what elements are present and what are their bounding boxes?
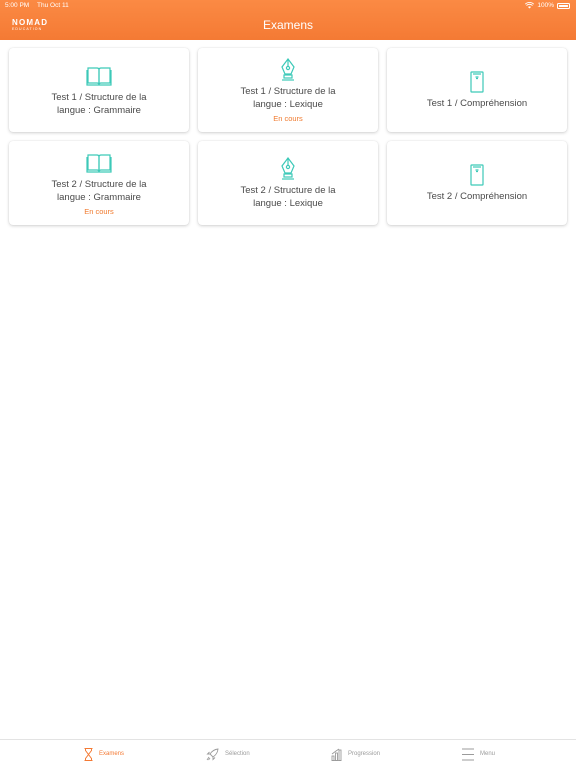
exam-card-test1-lexique[interactable]: Test 1 / Structure de la langue : Lexiqu… <box>198 48 378 132</box>
tab-menu[interactable]: Menu <box>462 740 495 768</box>
tab-bar: Examens Sélection Progression Menu <box>0 739 576 768</box>
status-date: Thu Oct 11 <box>37 2 69 9</box>
exam-card-test2-comprehension[interactable]: Test 2 / Compréhension <box>387 141 567 225</box>
tab-label: Examens <box>99 751 125 757</box>
tab-progression[interactable]: Progression <box>331 740 380 768</box>
tab-label: Progression <box>348 751 381 757</box>
status-badge: En cours <box>273 113 303 123</box>
battery-icon <box>557 2 570 9</box>
status-badge: En cours <box>84 206 114 216</box>
status-bar: 5:00 PM Thu Oct 11 100% <box>0 0 576 12</box>
tab-label: Menu <box>480 751 496 757</box>
battery-percent: 100% <box>537 2 554 9</box>
menu-icon <box>462 748 474 761</box>
book-icon <box>86 64 112 88</box>
pen-nib-icon <box>279 57 297 82</box>
document-icon <box>469 163 485 187</box>
document-icon <box>469 70 485 94</box>
pen-nib-icon <box>279 156 297 181</box>
card-title: Test 1 / Structure de la langue : Lexiqu… <box>240 85 336 110</box>
card-title: Test 1 / Structure de la langue : Gramma… <box>51 91 147 116</box>
hourglass-icon <box>84 747 93 761</box>
chart-icon <box>331 748 342 761</box>
exam-card-test2-grammaire[interactable]: Test 2 / Structure de la langue : Gramma… <box>9 141 189 225</box>
tab-label: Sélection <box>225 751 250 757</box>
card-title: Test 1 / Compréhension <box>426 98 528 109</box>
tab-selection[interactable]: Sélection <box>206 740 250 768</box>
status-time: 5:00 PM <box>5 2 30 9</box>
exam-card-test2-lexique[interactable]: Test 2 / Structure de la langue : Lexiqu… <box>198 141 378 225</box>
card-title: Test 2 / Compréhension <box>426 191 528 202</box>
rocket-icon <box>206 747 219 761</box>
card-title: Test 2 / Structure de la langue : Lexiqu… <box>240 184 336 209</box>
page-title: Examens <box>262 18 314 32</box>
wifi-icon <box>525 2 535 9</box>
exam-card-test1-comprehension[interactable]: Test 1 / Compréhension <box>387 48 567 132</box>
card-title: Test 2 / Structure de la langue : Gramma… <box>51 178 147 203</box>
book-icon <box>86 151 112 175</box>
tab-examens[interactable]: Examens <box>84 740 124 768</box>
exam-card-test1-grammaire[interactable]: Test 1 / Structure de la langue : Gramma… <box>9 48 189 132</box>
header-bar: 5:00 PM Thu Oct 11 100% NOMAD EDUCATION … <box>0 0 576 40</box>
